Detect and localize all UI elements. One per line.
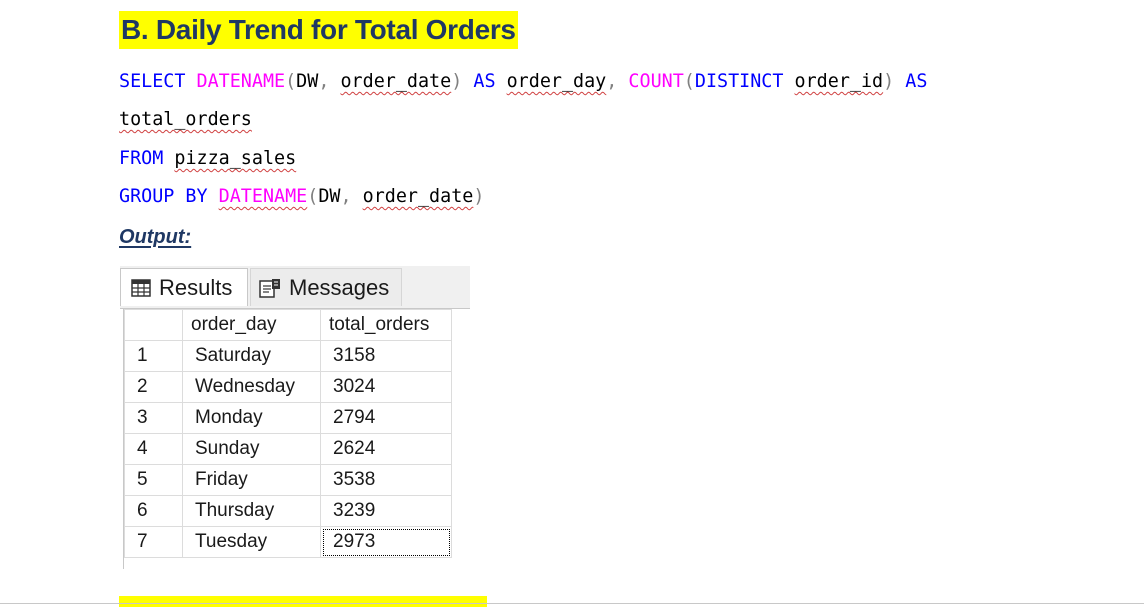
section-heading: B. Daily Trend for Total Orders: [119, 11, 518, 49]
output-label: Output:: [119, 226, 192, 248]
table-header-row: order_day total_orders: [124, 309, 452, 341]
sql-function: DATENAME: [196, 71, 286, 92]
row-number[interactable]: 2: [124, 371, 183, 403]
sql-operator: (: [683, 71, 695, 92]
cell-order-day[interactable]: Monday: [182, 402, 321, 434]
grid-icon: [131, 278, 151, 297]
row-number[interactable]: 6: [124, 495, 183, 527]
cell-total-orders[interactable]: 3239: [320, 495, 452, 527]
row-number[interactable]: 7: [124, 526, 183, 558]
sql-function: COUNT: [628, 71, 684, 92]
sql-operator: ): [473, 186, 485, 207]
sql-operator: ,: [340, 186, 352, 207]
cell-total-orders[interactable]: 3538: [320, 464, 452, 496]
results-grid: order_day total_orders 1 Saturday 3158 2…: [123, 309, 454, 569]
sql-keyword: FROM: [119, 148, 164, 169]
row-number[interactable]: 5: [124, 464, 183, 496]
sql-function: DATENAME: [218, 186, 308, 207]
sql-operator: ): [451, 71, 463, 92]
sql-operator: ,: [318, 71, 330, 92]
sql-column: order_date: [340, 71, 452, 92]
cell-order-day[interactable]: Sunday: [182, 433, 321, 465]
cell-order-day[interactable]: Saturday: [182, 340, 321, 372]
sql-column: order_date: [362, 186, 474, 207]
sql-operator: ): [883, 71, 895, 92]
results-table: order_day total_orders 1 Saturday 3158 2…: [124, 309, 452, 558]
messages-icon: [259, 278, 280, 298]
page-divider: [0, 603, 1144, 604]
tab-messages-label: Messages: [289, 274, 390, 300]
row-number[interactable]: 1: [124, 340, 183, 372]
sql-alias: order_day: [506, 71, 607, 92]
sql-keyword: GROUP BY: [119, 186, 208, 207]
tab-messages[interactable]: Messages: [250, 268, 402, 306]
cell-order-day[interactable]: Wednesday: [182, 371, 321, 403]
sql-operator: (: [307, 186, 319, 207]
sql-keyword: AS: [905, 71, 928, 92]
sql-keyword: SELECT: [119, 71, 186, 92]
cell-order-day[interactable]: Thursday: [182, 495, 321, 527]
sql-keyword: DISTINCT: [694, 71, 784, 92]
row-number-header[interactable]: [124, 309, 183, 341]
sql-column: order_id: [794, 71, 884, 92]
row-number[interactable]: 3: [124, 402, 183, 434]
table-row: 6 Thursday 3239: [124, 495, 452, 527]
tab-results-label: Results: [159, 274, 233, 300]
sql-alias: total_orders: [119, 109, 252, 130]
table-row: 4 Sunday 2624: [124, 433, 452, 465]
cell-order-day[interactable]: Friday: [182, 464, 321, 496]
next-heading-highlight: [119, 596, 487, 607]
sql-line-1: SELECT DATENAME(DW, order_date) AS order…: [119, 70, 927, 94]
sql-line-2: total_orders: [119, 108, 252, 132]
cell-order-day[interactable]: Tuesday: [182, 526, 321, 558]
cell-total-orders[interactable]: 3024: [320, 371, 452, 403]
table-row: 5 Friday 3538: [124, 464, 452, 496]
sql-line-3: FROM pizza_sales: [119, 147, 296, 171]
cell-total-orders[interactable]: 3158: [320, 340, 452, 372]
sql-operator: (: [285, 71, 297, 92]
sql-table: pizza_sales: [174, 148, 297, 169]
cell-total-orders[interactable]: 2794: [320, 402, 452, 434]
column-header-order-day[interactable]: order_day: [182, 309, 321, 341]
sql-operator: ,: [606, 71, 618, 92]
sql-arg: DW: [296, 71, 319, 92]
cell-total-orders-selected[interactable]: 2973: [320, 526, 452, 558]
table-row: 7 Tuesday 2973: [124, 526, 452, 558]
row-number[interactable]: 4: [124, 433, 183, 465]
table-row: 2 Wednesday 3024: [124, 371, 452, 403]
table-row: 1 Saturday 3158: [124, 340, 452, 372]
sql-line-4: GROUP BY DATENAME(DW, order_date): [119, 185, 484, 209]
table-row: 3 Monday 2794: [124, 402, 452, 434]
tab-results[interactable]: Results: [120, 268, 248, 306]
sql-arg: DW: [318, 186, 341, 207]
column-header-total-orders[interactable]: total_orders: [320, 309, 452, 341]
sql-keyword: AS: [473, 71, 496, 92]
results-tabstrip: Results Messages: [120, 266, 470, 309]
cell-total-orders[interactable]: 2624: [320, 433, 452, 465]
